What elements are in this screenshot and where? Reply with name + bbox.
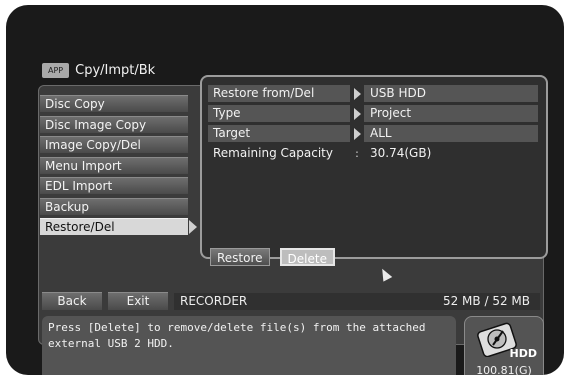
help-text: Press [Delete] to remove/delete file(s) … [42, 316, 456, 375]
title-bar: APP Cpy/Impt/Bk [42, 59, 155, 81]
device-total: 52 MB [492, 293, 530, 308]
type-row[interactable]: Type Project [208, 105, 538, 122]
menu-item-disc-copy[interactable]: Disc Copy [40, 95, 188, 112]
exit-button[interactable]: Exit [108, 292, 168, 310]
hdd-capacity: 100.81(G) [476, 364, 532, 375]
action-buttons: Restore Delete [210, 248, 335, 266]
screen: APP Cpy/Impt/Bk Disc Copy Disc Image Cop… [6, 5, 564, 375]
menu-item-menu-import[interactable]: Menu Import [40, 156, 188, 174]
hdd-status: HDD 100.81(G) [464, 316, 544, 375]
menu-item-edl-import[interactable]: EDL Import [40, 177, 188, 194]
remaining-capacity-row: Remaining Capacity : 30.74(GB) [208, 145, 538, 162]
remaining-capacity-value: 30.74(GB) [370, 146, 432, 160]
type-value[interactable]: Project [364, 105, 538, 122]
page-title: Cpy/Impt/Bk [75, 62, 156, 78]
restore-from-value[interactable]: USB HDD [364, 85, 538, 102]
remaining-capacity-label: Remaining Capacity [213, 146, 333, 160]
arrow-right-icon [353, 87, 361, 100]
target-label: Target [208, 125, 350, 142]
app-frame: APP Cpy/Impt/Bk Disc Copy Disc Image Cop… [36, 45, 552, 375]
device-separator: / [484, 293, 489, 308]
target-value[interactable]: ALL [364, 125, 538, 142]
menu-item-restore-del[interactable]: Restore/Del [40, 218, 188, 235]
app-badge: APP [42, 62, 70, 78]
menu-item-disc-image-copy[interactable]: Disc Image Copy [40, 115, 188, 133]
arrow-right-icon [353, 107, 361, 120]
settings-panel: Restore from/Del USB HDD Type Project Ta… [200, 75, 548, 266]
device-name: RECORDER [180, 293, 248, 308]
selected-arrow-icon [189, 220, 197, 234]
device-info: RECORDER 52 MB / 52 MB [174, 292, 540, 310]
device-usage: 52 MB / 52 MB [443, 293, 530, 310]
type-label: Type [208, 105, 350, 122]
side-menu: Disc Copy Disc Image Copy Image Copy/Del… [40, 95, 188, 239]
device-used: 52 MB [442, 293, 481, 308]
menu-item-backup[interactable]: Backup [40, 197, 188, 215]
restore-from-row[interactable]: Restore from/Del USB HDD [208, 85, 538, 102]
target-row[interactable]: Target ALL [208, 125, 538, 142]
back-button[interactable]: Back [42, 292, 102, 310]
delete-button[interactable]: Delete [279, 248, 335, 266]
restore-button[interactable]: Restore [210, 248, 270, 266]
colon-separator: : [355, 147, 359, 160]
hdd-label: HDD [509, 347, 537, 360]
status-bar: Back Exit RECORDER 52 MB / 52 MB [42, 292, 540, 310]
arrow-right-icon [353, 127, 361, 140]
restore-from-label: Restore from/Del [208, 85, 350, 102]
menu-item-image-copy-del[interactable]: Image Copy/Del [40, 136, 188, 153]
